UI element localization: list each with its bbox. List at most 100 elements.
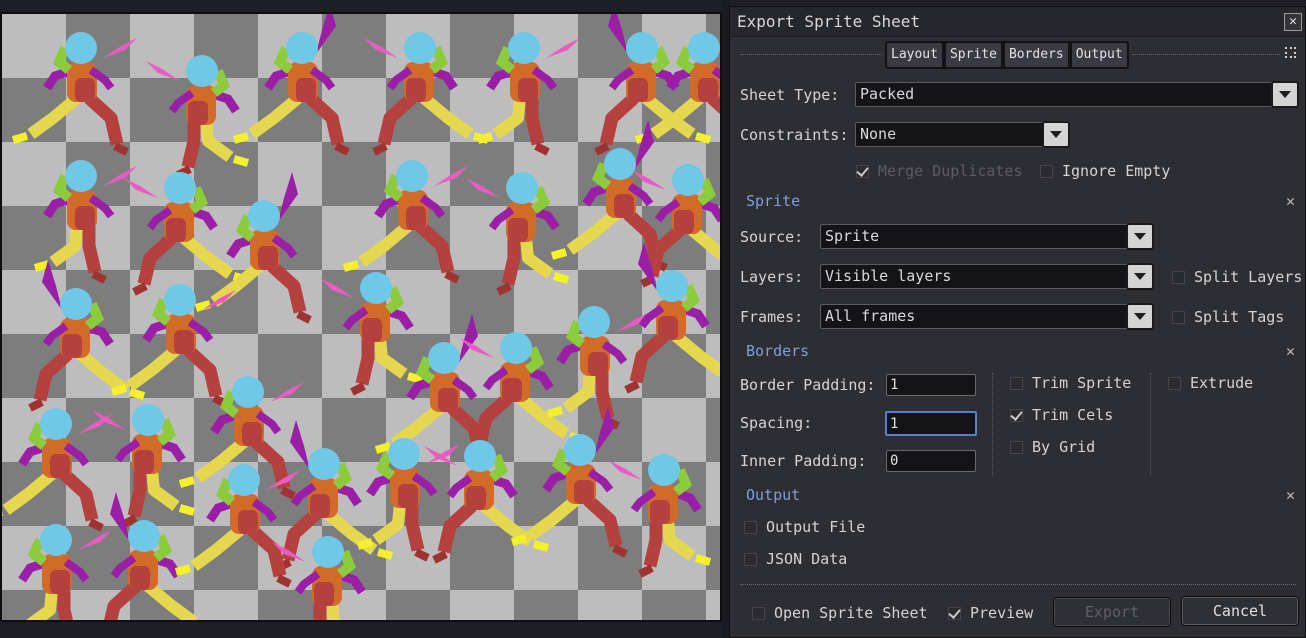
chevron-down-icon[interactable] [1271, 81, 1299, 108]
sprite-frame [11, 32, 137, 156]
sprite-frame [320, 272, 424, 396]
split-tags-checkbox[interactable]: Split Tags [1172, 308, 1284, 326]
sprite-frame [374, 314, 492, 466]
split-layers-checkbox[interactable]: Split Layers [1172, 268, 1302, 286]
checkbox-box[interactable] [1172, 270, 1185, 284]
checkbox-box[interactable] [1010, 408, 1023, 422]
output-file-checkbox[interactable]: Output File [744, 518, 865, 536]
sprite-sheet-preview [0, 12, 722, 622]
sprite-frame [466, 172, 570, 296]
column-separator [992, 373, 993, 475]
tab-sprite[interactable]: Sprite [944, 42, 1002, 68]
ignore-empty-checkbox[interactable]: Ignore Empty [1040, 162, 1170, 180]
sprite-frame [146, 55, 250, 179]
chevron-down-icon[interactable] [1042, 121, 1070, 148]
dialog-title: Export Sprite Sheet [737, 12, 921, 31]
checkbox-box[interactable] [752, 606, 765, 620]
checkbox-box[interactable] [1168, 376, 1181, 390]
sprite-frame [342, 160, 468, 284]
open-sprite-sheet-checkbox[interactable]: Open Sprite Sheet [752, 604, 928, 622]
sprite-frame [476, 32, 580, 156]
checkbox-box[interactable] [856, 164, 869, 178]
trim-sprite-checkbox[interactable]: Trim Sprite [1010, 374, 1131, 392]
divider [740, 54, 882, 55]
split-tags-label: Split Tags [1194, 308, 1285, 326]
output-section-title: Output [746, 486, 801, 504]
checkbox-box[interactable] [1010, 376, 1023, 390]
tab-borders[interactable]: Borders [1003, 42, 1069, 68]
merge-duplicates-checkbox[interactable]: Merge Duplicates [856, 162, 1023, 180]
layers-label: Layers: [740, 268, 804, 286]
constraints-select[interactable]: None [855, 121, 1070, 148]
by-grid-checkbox[interactable]: By Grid [1010, 438, 1095, 456]
sprite-frame [124, 172, 250, 296]
trim-cels-label: Trim Cels [1032, 406, 1114, 424]
section-tabs: Layout Sprite Borders Output [885, 41, 1129, 69]
checkbox-box[interactable] [1040, 164, 1053, 178]
sprite-frame [104, 492, 198, 620]
preview-checkbox[interactable]: Preview [948, 604, 1033, 622]
divider [740, 584, 1296, 585]
sheet-type-select[interactable]: Packed [855, 81, 1299, 108]
chevron-down-icon[interactable] [1126, 263, 1154, 290]
layers-select[interactable]: Visible layers [820, 263, 1154, 290]
sprite-frames [2, 14, 720, 620]
border-padding-input[interactable] [886, 374, 976, 396]
close-button[interactable]: ✕ [1284, 13, 1302, 31]
sprite-section-title: Sprite [746, 192, 801, 210]
checkbox-box[interactable] [744, 552, 757, 566]
export-sprite-sheet-dialog: Export Sprite Sheet ✕ Layout Sprite Bord… [729, 6, 1306, 638]
preview-label: Preview [970, 604, 1034, 622]
checkbox-box[interactable] [1172, 310, 1185, 324]
sheet-type-value: Packed [860, 85, 915, 103]
sprite-frame [364, 32, 490, 156]
output-file-label: Output File [766, 518, 866, 536]
checkbox-box[interactable] [1010, 440, 1023, 454]
frames-select[interactable]: All frames [820, 303, 1154, 330]
spacing-input[interactable] [885, 411, 977, 436]
sprite-frame [33, 160, 137, 284]
sprite-frame [424, 440, 550, 564]
spacing-label: Spacing: [740, 414, 813, 432]
split-layers-label: Split Layers [1194, 268, 1303, 286]
checkbox-box[interactable] [948, 606, 961, 620]
json-data-label: JSON Data [766, 550, 848, 568]
close-icon: ✕ [1289, 14, 1297, 29]
ignore-empty-label: Ignore Empty [1062, 162, 1171, 180]
chevron-down-icon[interactable] [1126, 303, 1154, 330]
borders-section-title: Borders [746, 342, 810, 360]
trim-cels-checkbox[interactable]: Trim Cels [1010, 406, 1113, 424]
sprite-frame [2, 408, 112, 532]
frames-value: All frames [825, 307, 916, 325]
inner-padding-input[interactable] [886, 450, 976, 472]
title-bar[interactable]: Export Sprite Sheet ✕ [730, 7, 1305, 37]
tab-output[interactable]: Output [1070, 42, 1128, 68]
sprite-frame [232, 14, 350, 156]
sprite-frame [28, 260, 146, 412]
sprite-frame [194, 172, 312, 324]
layers-value: Visible layers [825, 267, 952, 285]
constraints-label: Constraints: [740, 126, 849, 144]
by-grid-label: By Grid [1032, 438, 1096, 456]
collapse-output-icon[interactable]: ✕ [1286, 486, 1295, 504]
expand-icon[interactable] [1285, 47, 1296, 58]
cancel-button[interactable]: Cancel [1181, 596, 1299, 626]
inner-padding-label: Inner Padding: [740, 452, 867, 470]
sprite-frame [174, 464, 300, 588]
checkbox-box[interactable] [744, 520, 757, 534]
collapse-sprite-icon[interactable]: ✕ [1286, 192, 1295, 210]
sprite-frame [510, 406, 628, 558]
json-data-checkbox[interactable]: JSON Data [744, 550, 847, 568]
extrude-checkbox[interactable]: Extrude [1168, 374, 1253, 392]
export-button[interactable]: Export [1053, 597, 1171, 627]
chevron-down-icon[interactable] [1126, 223, 1154, 250]
collapse-borders-icon[interactable]: ✕ [1286, 342, 1295, 360]
sheet-type-label: Sheet Type: [740, 86, 840, 104]
source-select[interactable]: Sprite [820, 223, 1154, 250]
open-sprite-sheet-label: Open Sprite Sheet [774, 604, 928, 622]
extrude-label: Extrude [1190, 374, 1254, 392]
column-separator [1150, 373, 1151, 475]
sprite-frame [624, 242, 720, 394]
border-padding-label: Border Padding: [740, 376, 876, 394]
tab-layout[interactable]: Layout [886, 42, 943, 68]
